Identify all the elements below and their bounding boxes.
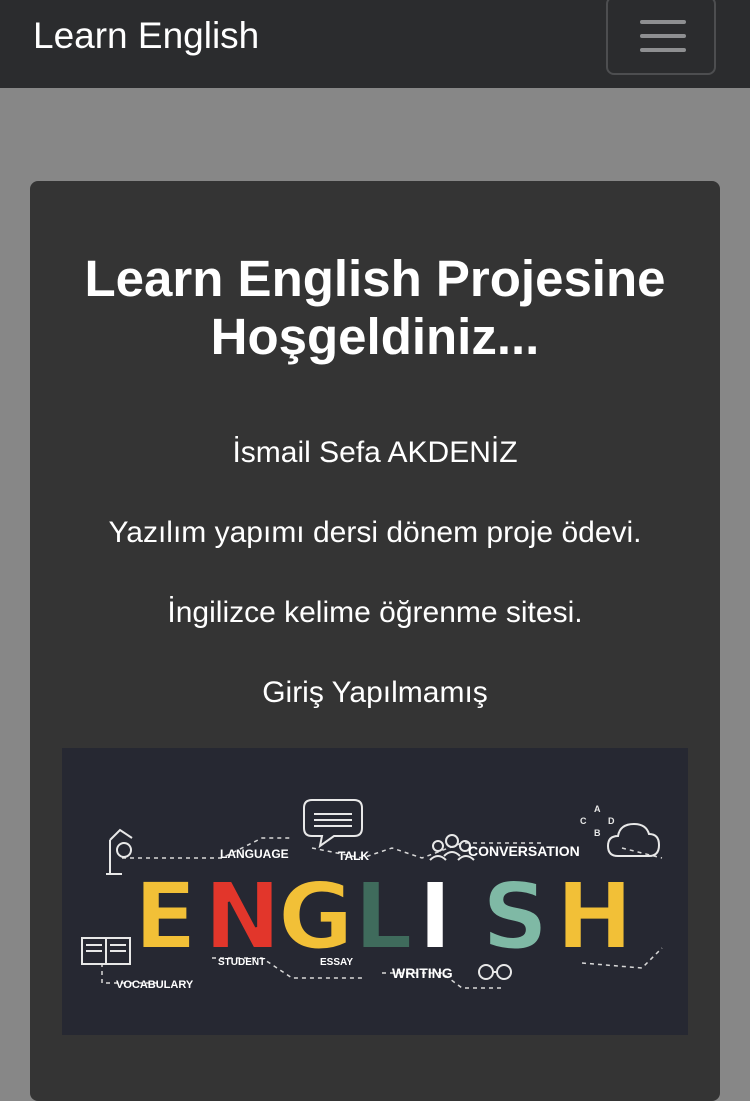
banner-letter-h: H: [556, 863, 633, 970]
navbar: Learn English: [0, 0, 750, 88]
site-subtitle: İngilizce kelime öğrenme sitesi.: [167, 596, 583, 629]
brand-link[interactable]: Learn English: [33, 14, 259, 58]
title-line-2: Hoşgeldiniz...: [210, 308, 540, 365]
word-talk: TALK: [338, 849, 369, 863]
title-line-1: Learn English Projesine: [84, 250, 666, 307]
option-d-label: D: [608, 816, 615, 826]
banner-letter-g: G: [278, 863, 354, 970]
speech-bubble-icon: [303, 799, 363, 849]
banner-letter-e: E: [134, 863, 197, 970]
author-name: İsmail Sefa AKDENİZ: [232, 436, 518, 469]
word-language: LANGUAGE: [220, 847, 289, 861]
login-status: Giriş Yapılmamış: [262, 676, 488, 709]
hamburger-bar: [640, 20, 686, 24]
hamburger-bar: [640, 34, 686, 38]
option-a-label: A: [594, 804, 601, 814]
page-title: Learn English Projesine Hoşgeldiniz...: [30, 250, 720, 366]
banner-letter-n: N: [204, 863, 281, 970]
menu-toggle-button[interactable]: [606, 0, 716, 75]
banner-illustration: A C D B LANGUAGE TALK CONVERSATION STUDE…: [81, 799, 663, 991]
banner-letter-s: S: [482, 863, 548, 970]
word-vocabulary: VOCABULARY: [116, 979, 194, 991]
word-conversation: CONVERSATION: [468, 843, 580, 859]
option-b-label: B: [594, 828, 601, 838]
banner-letter-i: I: [418, 863, 452, 970]
option-c-label: C: [580, 816, 587, 826]
english-banner-image: A C D B LANGUAGE TALK CONVERSATION STUDE…: [62, 748, 688, 1035]
lamp-icon: [106, 828, 133, 875]
book-icon: [81, 937, 131, 965]
hamburger-bar: [640, 48, 686, 52]
project-description: Yazılım yapımı dersi dönem proje ödevi.: [108, 516, 642, 549]
welcome-card: Learn English Projesine Hoşgeldiniz... İ…: [30, 181, 720, 1101]
banner-letter-l: L: [354, 863, 413, 970]
